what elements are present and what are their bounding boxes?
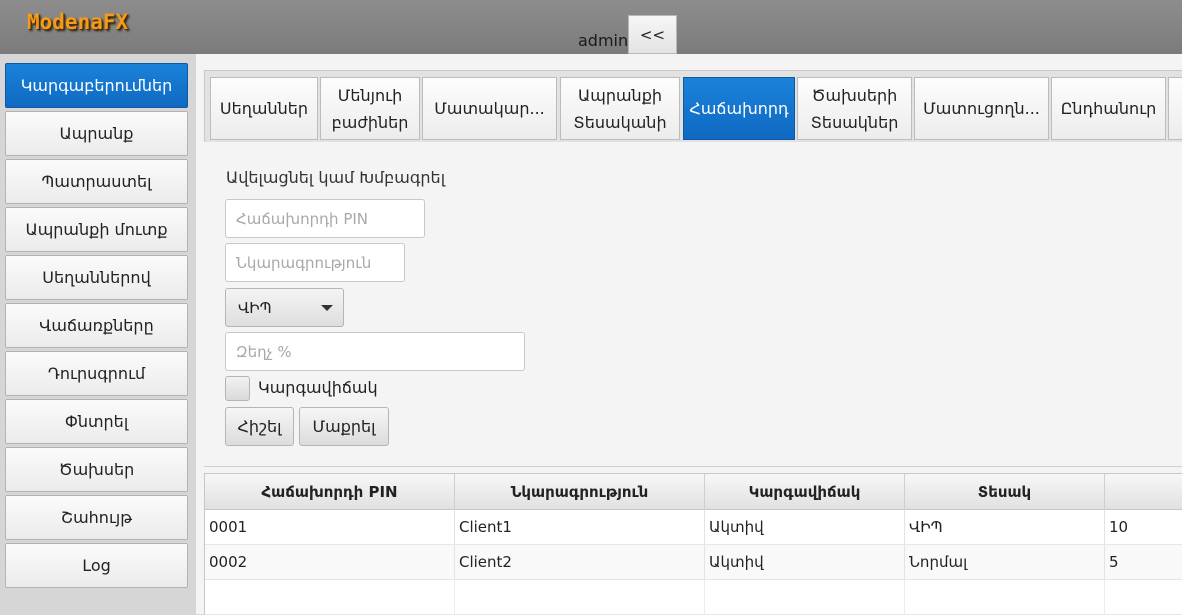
tab-product-types[interactable]: Ապրանքի Տեսականի [560, 77, 680, 140]
cell-status: Ակտիվ [705, 545, 905, 579]
top-bar: ModenaFX admin << [0, 0, 1182, 54]
status-checkbox[interactable] [225, 376, 250, 401]
sidebar-item-products[interactable]: Ապրանք [5, 111, 188, 156]
description-input[interactable] [225, 243, 405, 282]
customer-pin-input[interactable] [225, 199, 425, 238]
cell-description: Client2 [455, 545, 705, 579]
column-header-description[interactable]: Նկարագրություն [455, 474, 705, 510]
tab-customers[interactable]: Հաճախորդ [683, 77, 795, 140]
cell-type: Նորմալ [905, 545, 1105, 579]
table-row[interactable]: 0001 Client1 Ակտիվ ՎԻՊ 10 [205, 510, 1182, 545]
table-header: Հաճախորդի PIN Նկարագրություն Կարգավիճակ … [205, 474, 1182, 510]
clear-button[interactable]: Մաքրել [299, 407, 389, 446]
tab-waiters[interactable]: Մատուցողն... [914, 77, 1049, 140]
cell-pin: 0002 [205, 545, 455, 579]
tab-suppliers[interactable]: Մատակար... [422, 77, 557, 140]
table-row[interactable]: 0002 Client2 Ակտիվ Նորմալ 5 [205, 545, 1182, 580]
cell-type: ՎԻՊ [905, 510, 1105, 544]
app-logo: ModenaFX [27, 10, 129, 34]
cell-description: Client1 [455, 510, 705, 544]
cell-empty [205, 580, 455, 614]
tab-overflow[interactable] [1168, 77, 1182, 140]
cell-empty [905, 580, 1105, 614]
status-checkbox-label: Կարգավիճակ [258, 378, 378, 397]
column-header-status[interactable]: Կարգավիճակ [705, 474, 905, 510]
cell-discount: 10 [1109, 518, 1129, 536]
tab-tables[interactable]: Սեղաններ [210, 77, 318, 140]
tab-bar: Սեղաններ Մենյուի բաժիներ Մատակար... Ապրա… [204, 70, 1182, 142]
save-button[interactable]: Հիշել [225, 407, 294, 446]
discount-input[interactable] [225, 332, 525, 371]
cell-discount: 5 [1109, 553, 1119, 571]
customer-type-value: ՎԻՊ [238, 298, 272, 317]
cell-pin: 0001 [205, 510, 455, 544]
sidebar-item-product-entry[interactable]: Ապրանքի մուտք [5, 207, 188, 252]
sidebar-item-expenses[interactable]: Ծախսեր [5, 447, 188, 492]
column-header-discount[interactable] [1105, 474, 1182, 510]
sidebar-item-tables[interactable]: Սեղաններով [5, 255, 188, 300]
cell-empty [1105, 580, 1182, 614]
main-panel: Սեղաններ Մենյուի բաժիներ Մատակար... Ապրա… [196, 54, 1182, 615]
divider [204, 466, 1182, 467]
customer-type-select[interactable]: ՎԻՊ [225, 288, 344, 327]
sidebar: Կարգաբերումներ Ապրանք Պատրաստել Ապրանքի … [0, 54, 192, 614]
tab-expense-types[interactable]: Ծախսերի Տեսակներ [797, 77, 912, 140]
sidebar-item-profit[interactable]: Շահույթ [5, 495, 188, 540]
form-title: Ավելացնել կամ Խմբագրել [226, 168, 446, 187]
sidebar-item-sales[interactable]: Վաճառքները [5, 303, 188, 348]
customers-table: Հաճախորդի PIN Նկարագրություն Կարգավիճակ … [204, 473, 1182, 615]
sidebar-item-log[interactable]: Log [5, 543, 188, 588]
tab-menu-sections[interactable]: Մենյուի բաժիներ [320, 77, 420, 140]
table-row-empty [205, 580, 1182, 615]
sidebar-item-write-off[interactable]: Դուրսգրում [5, 351, 188, 396]
collapse-sidebar-button[interactable]: << [628, 15, 677, 54]
column-header-pin[interactable]: Հաճախորդի PIN [205, 474, 455, 510]
sidebar-item-settings[interactable]: Կարգաբերումներ [5, 63, 188, 108]
sidebar-item-search[interactable]: Փնտրել [5, 399, 188, 444]
sidebar-item-prepare[interactable]: Պատրաստել [5, 159, 188, 204]
tab-general[interactable]: Ընդհանուր [1051, 77, 1166, 140]
cell-empty [705, 580, 905, 614]
cell-status: Ակտիվ [705, 510, 905, 544]
column-header-type[interactable]: Տեսակ [905, 474, 1105, 510]
cell-empty [455, 580, 705, 614]
chevron-down-icon [321, 305, 333, 311]
user-name: admin [578, 31, 629, 50]
